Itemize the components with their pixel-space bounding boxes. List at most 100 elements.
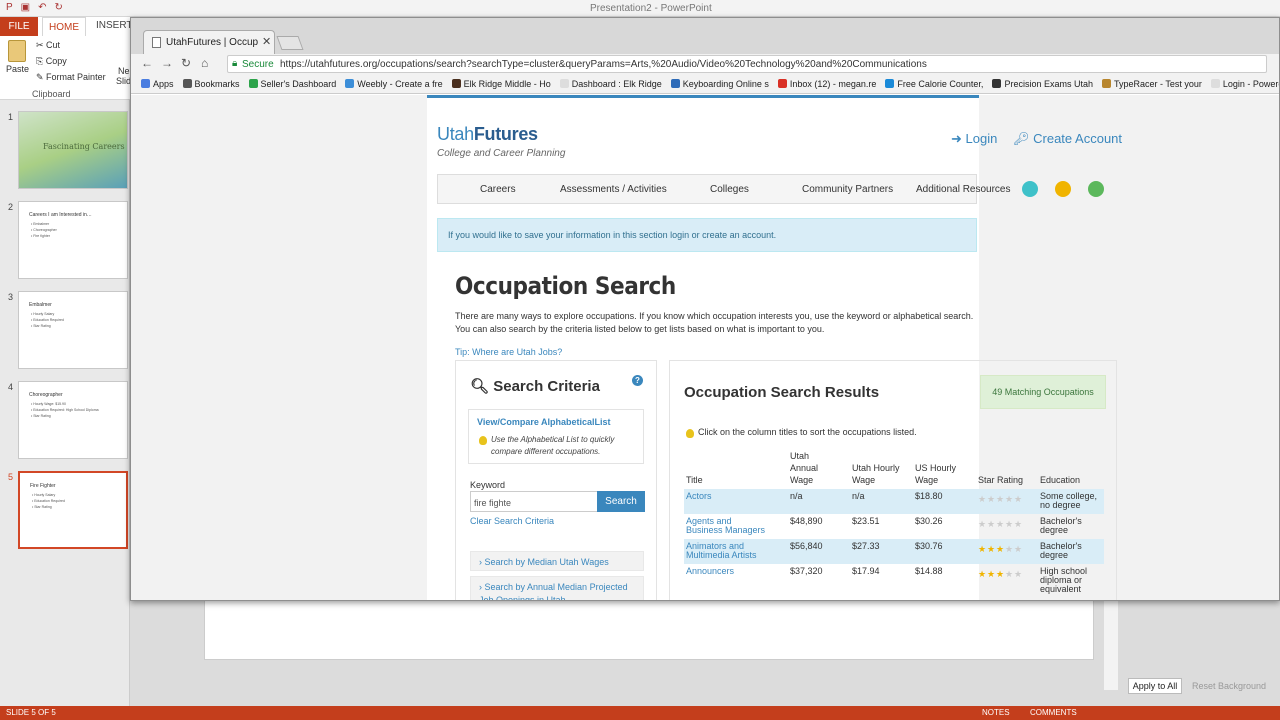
page-title: Occupation Search xyxy=(455,272,676,300)
col-education[interactable]: Education xyxy=(1040,474,1080,486)
tools-icon[interactable] xyxy=(1055,181,1071,197)
bookmark-item[interactable]: Free Calorie Counter, xyxy=(885,79,983,89)
home-icon[interactable]: ⌂ xyxy=(201,56,208,70)
nav-assessments[interactable]: Assessments / Activities xyxy=(560,184,667,195)
address-bar[interactable]: 🔒︎ Secure https://utahfutures.org/occupa… xyxy=(227,55,1267,73)
col-utah-hourly-wage[interactable]: Utah Hourly Wage xyxy=(852,462,912,486)
median-wages-accordion[interactable]: › Search by Median Utah Wages xyxy=(470,551,644,571)
star-rating: ★ ★ ★ ★ ★ xyxy=(978,544,1023,555)
browser-tab[interactable]: UtahFutures | Occupatio ✕ xyxy=(143,30,275,54)
url-text[interactable]: https://utahfutures.org/occupations/sear… xyxy=(280,59,927,70)
star-icon: ★ xyxy=(987,569,995,579)
star-rating: ★ ★ ★ ★ ★ xyxy=(978,494,1023,505)
view-compare-alphabetical-link[interactable]: View/Compare AlphabeticalList xyxy=(477,417,611,427)
nav-colleges[interactable]: Colleges xyxy=(710,184,749,195)
slide-thumbnail-3[interactable]: Embalmer • Hourly Salary • Education Req… xyxy=(18,291,128,369)
ribbon-clipboard-group: Paste ✂ Cut ⎘ Copy ✎ Format Painter Clip… xyxy=(0,36,131,100)
star-icon: ★ xyxy=(1005,544,1013,554)
close-icon[interactable]: ✕ xyxy=(262,35,271,48)
apply-to-all-button[interactable]: Apply to All xyxy=(1128,678,1182,694)
new-slide-button[interactable]: Ne xyxy=(118,66,130,76)
table-row[interactable]: Actors n/a n/a $18.80 Some college, no degre… xyxy=(684,489,1104,514)
occupation-title-link[interactable]: Animators and Multimedia Artists xyxy=(686,542,770,560)
status-bar: SLIDE 5 OF 5 NOTES COMMENTS xyxy=(0,706,1280,720)
keyword-search-button[interactable]: Search xyxy=(597,491,645,512)
back-icon[interactable]: ← xyxy=(141,56,153,70)
bookmark-item[interactable]: Seller's Dashboard xyxy=(248,79,336,89)
share-chat-icon[interactable] xyxy=(1022,181,1038,197)
bookmark-item[interactable]: Elk Ridge Middle - Ho xyxy=(451,79,551,89)
occupation-title-link[interactable]: Agents and Business Managers xyxy=(686,517,770,535)
cut-button[interactable]: ✂ Cut xyxy=(36,40,60,51)
slide-canvas[interactable] xyxy=(204,600,1094,660)
col-us-hourly-wage[interactable]: US Hourly Wage xyxy=(915,462,975,486)
clear-search-criteria-link[interactable]: Clear Search Criteria xyxy=(470,516,554,526)
star-icon: ★ xyxy=(978,544,986,554)
col-utah-annual-wage[interactable]: Utah Annual Wage xyxy=(790,450,830,486)
nav-careers[interactable]: Careers xyxy=(480,184,516,195)
reload-icon[interactable]: ↻ xyxy=(181,56,191,70)
bookmark-item[interactable]: Bookmarks xyxy=(182,79,240,89)
bookmark-label: TypeRacer - Test your xyxy=(1113,78,1202,89)
reset-background-button[interactable]: Reset Background xyxy=(1192,681,1266,691)
tab-home[interactable]: HOME xyxy=(42,17,86,36)
table-row[interactable]: Animators and Multimedia Artists $56,840 $… xyxy=(684,539,1104,564)
bookmark-item[interactable]: Login - Powered by S xyxy=(1210,79,1279,89)
bookmark-item[interactable]: Dashboard : Elk Ridge xyxy=(559,79,662,89)
bookmark-item[interactable]: Weebly - Create a fre xyxy=(345,79,443,89)
secure-label: Secure xyxy=(242,59,274,70)
results-table-header: Title Utah Annual Wage Utah Hourly Wage … xyxy=(684,450,1104,486)
tab-insert[interactable]: INSERT xyxy=(96,20,133,31)
job-openings-accordion[interactable]: › Search by Annual Median Projected Job … xyxy=(470,576,644,600)
create-account-link[interactable]: 🔑︎ Create Account xyxy=(1013,131,1122,147)
bookmark-item[interactable]: Inbox (12) - megan.re xyxy=(777,79,876,89)
slide-scrollbar[interactable] xyxy=(1104,600,1118,690)
paste-icon[interactable] xyxy=(8,40,26,62)
education-level: Bachelor's degree xyxy=(1040,516,1082,535)
ppt-logo-icon: P xyxy=(6,2,13,13)
occupation-title-link[interactable]: Actors xyxy=(686,492,770,501)
save-icon[interactable]: ▣ xyxy=(21,2,30,13)
slide-thumbnail-2[interactable]: Careers I am Interested in… • Embalmer •… xyxy=(18,201,128,279)
table-row[interactable]: Announcers $37,320 $17.94 $14.88 High school… xyxy=(684,564,1104,594)
utah-hourly-wage: $27.33 xyxy=(852,541,880,551)
redo-icon[interactable]: ↻ xyxy=(55,2,63,13)
bookmarks-bar: Apps Bookmarks Seller's Dashboard Weebly - … xyxy=(131,74,1279,94)
keyword-label: Keyword xyxy=(470,480,506,490)
share-icon[interactable] xyxy=(1088,181,1104,197)
keyword-input[interactable]: fire fighte xyxy=(470,491,598,512)
help-icon[interactable]: ? xyxy=(632,375,643,386)
nav-community-partners[interactable]: Community Partners xyxy=(802,184,893,195)
bookmark-item[interactable]: Precision Exams Utah xyxy=(992,79,1093,89)
col-star-rating[interactable]: Star Rating xyxy=(978,474,1023,486)
slide-number: 3 xyxy=(8,292,14,302)
new-tab-button[interactable] xyxy=(276,36,304,50)
slide-thumbnail-1[interactable]: Fascinating Careers xyxy=(18,111,128,189)
forward-icon[interactable]: → xyxy=(161,56,173,70)
star-icon: ★ xyxy=(1014,544,1022,554)
slide-thumbnail-5[interactable]: Fire Fighter • Hourly Salary • Education… xyxy=(18,471,128,549)
notes-button[interactable]: NOTES xyxy=(982,708,1010,717)
bookmark-item[interactable]: Apps xyxy=(141,79,174,89)
site-logo[interactable]: UtahFutures xyxy=(437,124,538,145)
utahfutures-page: UtahFutures College and Career Planning … xyxy=(427,95,1122,600)
bookmark-item[interactable]: TypeRacer - Test your xyxy=(1101,78,1202,89)
login-link[interactable]: ➜ Login xyxy=(951,131,997,147)
format-painter-button[interactable]: ✎ Format Painter xyxy=(36,72,106,83)
comments-button[interactable]: COMMENTS xyxy=(1030,708,1077,717)
utah-jobs-tip-link[interactable]: Tip: Where are Utah Jobs? xyxy=(455,347,562,357)
nav-additional-resources[interactable]: Additional Resources xyxy=(916,184,1011,195)
copy-button[interactable]: ⎘ Copy xyxy=(36,56,67,67)
utah-hourly-wage: $17.94 xyxy=(852,566,880,576)
table-row[interactable]: Agents and Business Managers $48,890 $23.5… xyxy=(684,514,1104,539)
slide-thumbnail-4[interactable]: Choreographer • Hourly Wage: $15.90 • Ed… xyxy=(18,381,128,459)
undo-icon[interactable]: ↶ xyxy=(38,2,46,13)
utah-hourly-wage: $23.51 xyxy=(852,516,880,526)
tab-file[interactable]: FILE xyxy=(0,17,38,36)
education-level: High school diploma or equivalent xyxy=(1040,566,1088,594)
paste-button[interactable]: Paste xyxy=(6,64,29,74)
col-title[interactable]: Title xyxy=(686,474,703,486)
bookmark-item[interactable]: Keyboarding Online s xyxy=(670,79,769,89)
occupation-title-link[interactable]: Announcers xyxy=(686,567,770,576)
star-icon: ★ xyxy=(978,519,986,529)
